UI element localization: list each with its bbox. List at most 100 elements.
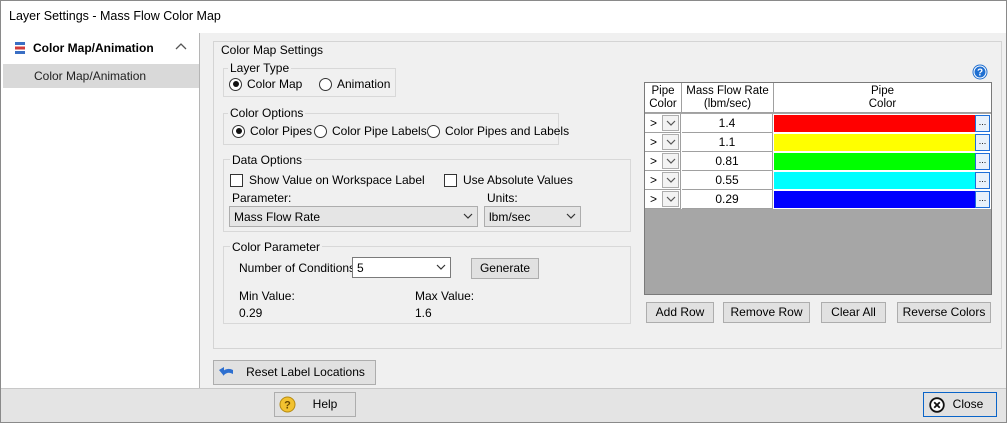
max-value: 1.6 — [415, 306, 432, 320]
units-label: Units: — [487, 191, 518, 205]
checkbox-box — [444, 173, 457, 187]
radio-color-pipes[interactable]: Color Pipes — [232, 124, 312, 138]
grid-cell-color-swatch[interactable] — [774, 134, 975, 151]
color-picker-button[interactable]: ... — [975, 134, 990, 151]
conditions-label: Number of Conditions: — [239, 261, 359, 275]
grid-cell-color-swatch[interactable] — [774, 153, 975, 170]
svg-text:?: ? — [977, 68, 983, 79]
question-circle-icon[interactable]: ? — [972, 64, 988, 80]
min-value: 0.29 — [239, 306, 263, 320]
chevron-down-icon — [666, 139, 676, 145]
layer-type-legend: Layer Type — [228, 61, 292, 75]
radio-color-pipes-and-labels[interactable]: Color Pipes and Labels — [427, 124, 569, 138]
grid-header-line: Pipe — [870, 85, 895, 97]
radio-color-map-label: Color Map — [247, 77, 303, 91]
show-value-label: Show Value on Workspace Label — [249, 173, 425, 187]
operator-text: > — [650, 154, 658, 168]
grid-cell-mass-flow[interactable]: 1.4 — [682, 114, 773, 133]
grid-cell-operator[interactable]: > — [645, 190, 681, 209]
chevron-down-icon — [666, 196, 676, 202]
max-value-label: Max Value: — [415, 289, 475, 303]
sidebar-item-color-map-animation[interactable]: Color Map/Animation — [3, 64, 199, 88]
close-circle-icon — [929, 397, 945, 413]
operator-dropdown[interactable] — [662, 115, 679, 131]
conditions-select[interactable]: 5 — [352, 257, 451, 278]
grid-cell-mass-flow[interactable]: 0.81 — [682, 152, 773, 171]
absolute-values-checkbox[interactable]: Use Absolute Values — [444, 173, 573, 187]
radio-color-pipes-label: Color Pipes — [250, 124, 313, 138]
chevron-down-icon — [463, 213, 473, 219]
grid-cell-operator[interactable]: > — [645, 114, 681, 133]
color-map-settings-title: Color Map Settings — [219, 43, 326, 57]
radio-dot — [229, 77, 242, 91]
sidebar: Color Map/Animation Color Map/Animation — [1, 33, 200, 388]
close-label: Close — [952, 397, 984, 411]
grid-header-line: Color — [868, 98, 897, 110]
grid-header-line: Mass Flow Rate — [686, 85, 769, 97]
units-select[interactable]: lbm/sec — [484, 206, 581, 227]
grid-row: >1.1... — [645, 133, 991, 152]
color-options-legend: Color Options — [228, 106, 306, 120]
chevron-up-icon[interactable] — [175, 41, 187, 51]
grid-row: >0.81... — [645, 152, 991, 171]
grid-cell-mass-flow[interactable]: 1.1 — [682, 133, 773, 152]
help-bubble-icon: ? — [279, 396, 296, 413]
operator-dropdown[interactable] — [662, 191, 679, 207]
color-picker-button[interactable]: ... — [975, 191, 990, 208]
add-row-button[interactable]: Add Row — [646, 302, 714, 323]
data-options-legend: Data Options — [230, 153, 305, 167]
generate-button[interactable]: Generate — [471, 258, 539, 279]
show-value-checkbox[interactable]: Show Value on Workspace Label — [230, 173, 425, 187]
grid-cell-operator[interactable]: > — [645, 133, 681, 152]
radio-animation[interactable]: Animation — [319, 77, 390, 91]
operator-dropdown[interactable] — [662, 172, 679, 188]
grid-row: >0.55... — [645, 171, 991, 190]
radio-dot — [427, 124, 440, 138]
units-value: lbm/sec — [489, 210, 531, 224]
color-picker-button[interactable]: ... — [975, 153, 990, 170]
sidebar-header-label: Color Map/Animation — [33, 41, 154, 55]
grid-header-line: (lbm/sec) — [703, 98, 752, 110]
grid-cell-operator[interactable]: > — [645, 171, 681, 190]
grid-cell-operator[interactable]: > — [645, 152, 681, 171]
chevron-down-icon — [666, 158, 676, 164]
radio-dot — [314, 124, 327, 138]
grid-header-mass-flow-rate: Mass Flow Rate (lbm/sec) — [682, 83, 774, 113]
sidebar-header[interactable]: Color Map/Animation — [1, 33, 199, 63]
color-map-grid: Pipe Color Mass Flow Rate (lbm/sec) Pipe… — [644, 82, 992, 295]
operator-dropdown[interactable] — [662, 153, 679, 169]
reset-label: Reset Label Locations — [246, 365, 365, 379]
grid-cell-color-swatch[interactable] — [774, 172, 975, 189]
reset-label-locations-button[interactable]: Reset Label Locations — [213, 360, 376, 385]
radio-color-map[interactable]: Color Map — [229, 77, 302, 91]
remove-row-button[interactable]: Remove Row — [723, 302, 810, 323]
color-picker-button[interactable]: ... — [975, 115, 990, 132]
color-picker-button[interactable]: ... — [975, 172, 990, 189]
radio-color-pipe-labels[interactable]: Color Pipe Labels — [314, 124, 427, 138]
chevron-down-icon — [666, 120, 676, 126]
reverse-colors-button[interactable]: Reverse Colors — [897, 302, 991, 323]
help-button[interactable]: ? Help — [274, 392, 356, 417]
grid-row: >1.4... — [645, 114, 991, 133]
footer-bar — [1, 388, 1006, 422]
help-label: Help — [312, 397, 338, 411]
operator-text: > — [650, 135, 658, 149]
grid-cell-mass-flow[interactable]: 0.55 — [682, 171, 773, 190]
title-bar: Layer Settings - Mass Flow Color Map — [1, 1, 1006, 33]
close-button[interactable]: Close — [923, 392, 997, 417]
radio-color-pipe-labels-label: Color Pipe Labels — [332, 124, 427, 138]
checkbox-box — [230, 173, 243, 187]
radio-dot — [232, 124, 245, 138]
parameter-label: Parameter: — [232, 191, 292, 205]
clear-all-button[interactable]: Clear All — [821, 302, 886, 323]
parameter-select[interactable]: Mass Flow Rate — [229, 206, 478, 227]
chevron-down-icon — [566, 213, 576, 219]
grid-cell-color-swatch[interactable] — [774, 191, 975, 208]
grid-cell-mass-flow[interactable]: 0.29 — [682, 190, 773, 209]
window-title: Layer Settings - Mass Flow Color Map — [9, 9, 221, 23]
operator-dropdown[interactable] — [662, 134, 679, 150]
operator-text: > — [650, 173, 658, 187]
sidebar-item-label: Color Map/Animation — [34, 69, 147, 83]
grid-cell-color-swatch[interactable] — [774, 115, 975, 132]
grid-header-line: Pipe — [651, 85, 675, 97]
